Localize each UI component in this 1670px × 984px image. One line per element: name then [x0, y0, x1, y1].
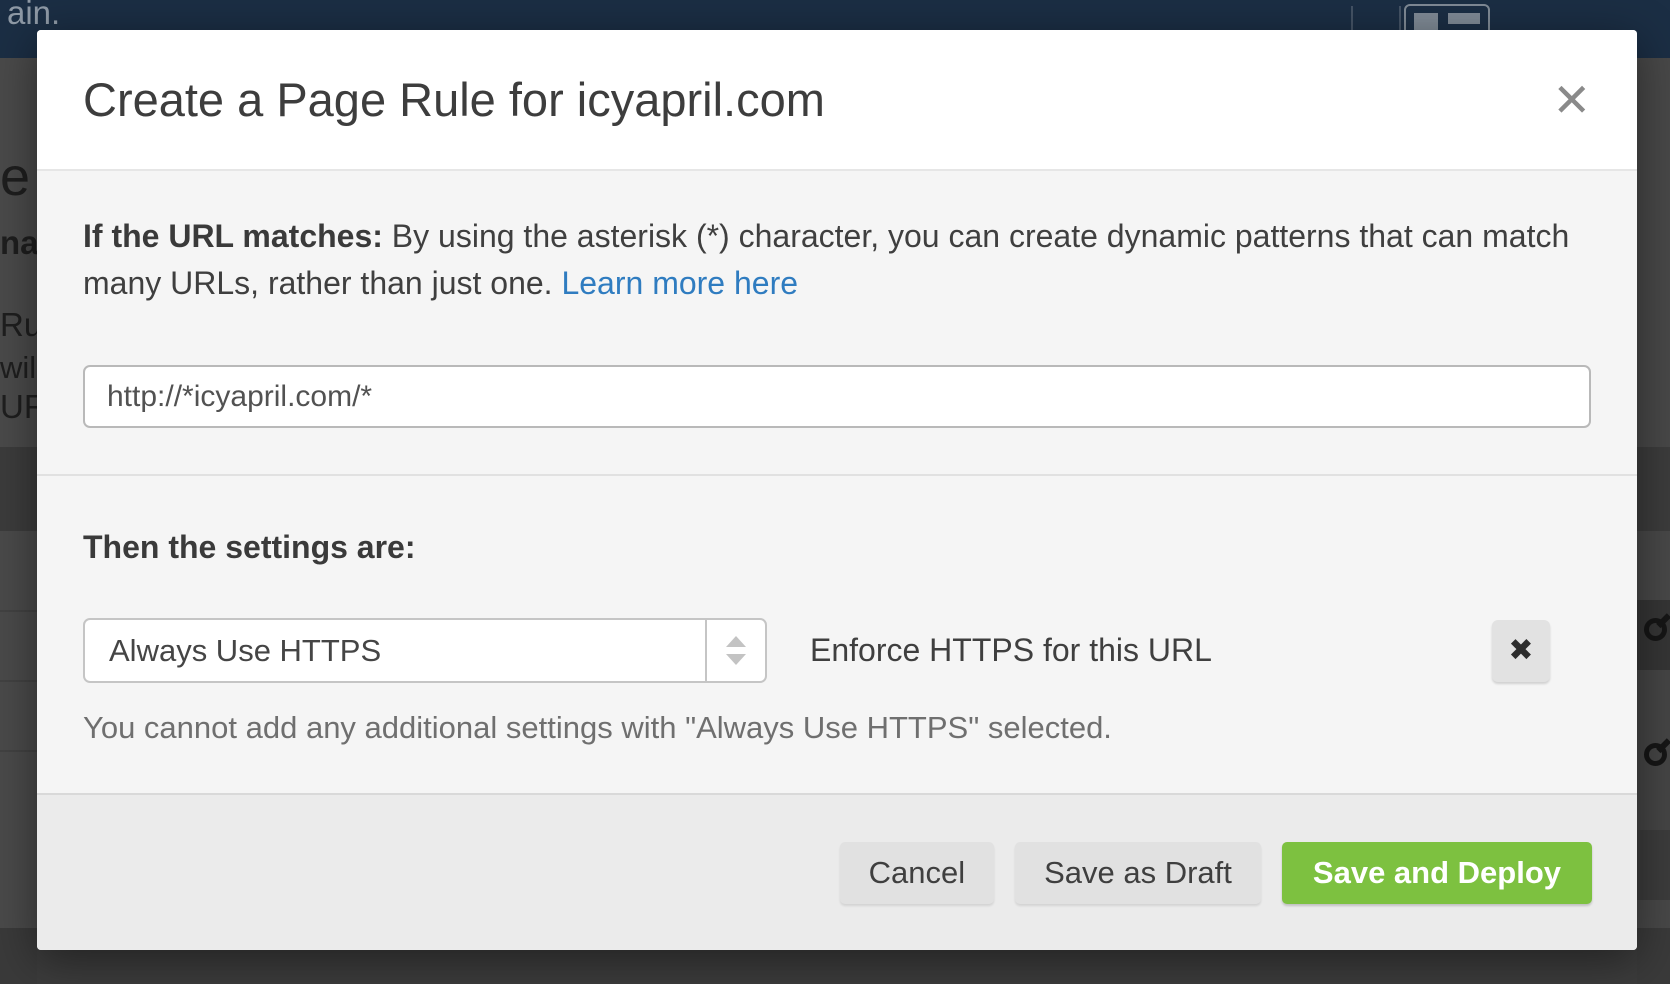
url-pattern-input[interactable]: [83, 365, 1591, 428]
page-rule-modal: Create a Page Rule for icyapril.com ✕ If…: [37, 30, 1637, 950]
background-text-fragment: Ru: [0, 306, 37, 344]
save-draft-button[interactable]: Save as Draft: [1015, 842, 1261, 904]
background-row-divider: [0, 610, 37, 612]
chevron-up-icon: [726, 636, 746, 647]
remove-setting-button[interactable]: ✖: [1492, 620, 1550, 682]
background-topbar-fragment: ain.: [7, 0, 60, 32]
close-icon[interactable]: ✕: [1552, 77, 1591, 123]
background-row-divider: [0, 680, 37, 682]
background-table-header: [1637, 447, 1670, 531]
remove-icon: ✖: [1508, 633, 1533, 668]
background-row: [1637, 830, 1670, 900]
modal-title: Create a Page Rule for icyapril.com: [83, 72, 825, 127]
background-page-right-strip: [1637, 58, 1670, 984]
modal-body: If the URL matches: By using the asteris…: [37, 171, 1637, 793]
layout-icon-bar: [1448, 13, 1480, 24]
select-stepper-icon: [705, 620, 765, 681]
chevron-down-icon: [726, 654, 746, 665]
settings-heading: Then the settings are:: [83, 529, 1591, 566]
section-divider: [37, 474, 1637, 476]
background-text-fragment: nav: [0, 224, 37, 262]
cancel-button[interactable]: Cancel: [840, 842, 995, 904]
background-row-divider: [0, 750, 37, 752]
setting-description: Enforce HTTPS for this URL: [810, 632, 1212, 669]
modal-header: Create a Page Rule for icyapril.com ✕: [37, 30, 1637, 171]
learn-more-link[interactable]: Learn more here: [561, 265, 798, 301]
setting-select[interactable]: Always Use HTTPS: [83, 618, 767, 683]
save-deploy-button[interactable]: Save and Deploy: [1282, 842, 1592, 904]
background-page-left-strip: e nav Ru will UR: [0, 58, 37, 984]
background-text-fragment: UR: [0, 388, 37, 426]
url-matches-label: If the URL matches:: [83, 218, 383, 254]
background-text-fragment: e: [0, 146, 30, 208]
background-text-fragment: will: [0, 350, 37, 386]
screen: ain. e nav Ru will UR Create a Page Rul: [0, 0, 1670, 984]
background-band: [1637, 928, 1670, 984]
url-match-description: If the URL matches: By using the asteris…: [83, 213, 1583, 307]
background-band: [0, 928, 37, 984]
setting-row: Always Use HTTPS Enforce HTTPS for this …: [83, 618, 1591, 683]
background-table-header: [0, 447, 37, 531]
settings-note: You cannot add any additional settings w…: [83, 710, 1591, 746]
modal-footer: Cancel Save as Draft Save and Deploy: [37, 793, 1637, 950]
setting-select-value: Always Use HTTPS: [85, 633, 705, 669]
background-bottom-strip: [37, 950, 1637, 984]
